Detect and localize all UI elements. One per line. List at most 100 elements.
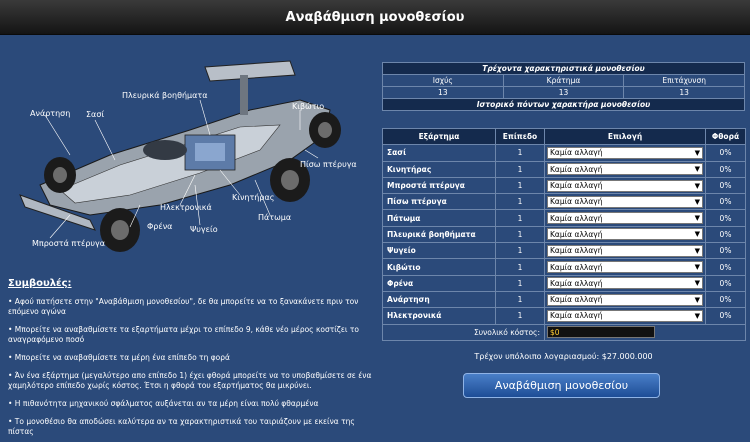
- part-level: 1: [495, 225, 545, 244]
- part-row: Ανάρτηση 1 Καμία αλλαγή ▼ 0%: [382, 290, 746, 309]
- part-row: Πλευρικά βοηθήματα 1 Καμία αλλαγή ▼ 0%: [382, 225, 746, 244]
- part-level: 1: [495, 209, 545, 227]
- part-name: Πλευρικά βοηθήματα: [382, 225, 496, 244]
- label-electronics: Ηλεκτρονικά: [160, 203, 212, 212]
- label-brakes: Φρένα: [147, 222, 173, 231]
- part-option-select[interactable]: Καμία αλλαγή ▼: [547, 146, 703, 159]
- part-wear: 0%: [705, 209, 746, 227]
- part-option-value: Καμία αλλαγή: [550, 181, 603, 191]
- label-rear-wing: Πίσω πτέρυγα: [300, 160, 357, 169]
- part-level: 1: [495, 160, 545, 178]
- label-sidepods: Πλευρικά βοηθήματα: [122, 91, 208, 100]
- chevron-down-icon: ▼: [694, 230, 700, 239]
- chevron-down-icon: ▼: [694, 214, 700, 223]
- chevron-down-icon: ▼: [694, 181, 700, 190]
- part-option-select[interactable]: Καμία αλλαγή ▼: [547, 163, 703, 176]
- parts-table: Εξάρτημα Επίπεδο Επιλογή Φθορά Σασί 1 Καμί…: [382, 127, 746, 341]
- label-gearbox: Κιβώτιο: [292, 102, 325, 111]
- chevron-down-icon: ▼: [694, 295, 700, 304]
- account-balance: Τρέχον υπόλοιπο λογαριασμού: $27.000.000: [474, 352, 653, 361]
- part-option-value: Καμία αλλαγή: [550, 311, 603, 321]
- total-cost-field: $0: [547, 326, 655, 339]
- part-name: Μπροστά πτέρυγα: [382, 176, 496, 195]
- part-name: Ανάρτηση: [382, 290, 496, 309]
- chevron-down-icon: ▼: [694, 197, 700, 206]
- label-engine: Κινητήρας: [232, 193, 275, 202]
- part-name: Κιβώτιο: [382, 258, 496, 276]
- stat-value-power: 13: [382, 86, 504, 99]
- col-option: Επιλογή: [544, 127, 706, 146]
- part-name: Πίσω πτέρυγα: [382, 193, 496, 211]
- chevron-down-icon: ▼: [694, 279, 700, 288]
- part-level: 1: [495, 258, 545, 276]
- stat-value-acceleration: 13: [623, 86, 745, 99]
- tips-title: Συμβουλές:: [8, 278, 72, 289]
- part-row: Μπροστά πτέρυγα 1 Καμία αλλαγή ▼ 0%: [382, 176, 746, 195]
- part-wear: 0%: [705, 193, 746, 211]
- stat-col-grip: Κράτημα: [502, 74, 625, 87]
- part-wear: 0%: [705, 242, 746, 260]
- chevron-down-icon: ▼: [694, 165, 700, 174]
- part-level: 1: [495, 144, 545, 162]
- total-cost-label: Συνολικό κόστος:: [382, 323, 545, 341]
- part-level: 1: [495, 274, 545, 292]
- part-wear: 0%: [705, 144, 746, 162]
- part-option-value: Καμία αλλαγή: [550, 197, 603, 207]
- part-name: Ηλεκτρονικά: [382, 307, 496, 325]
- chevron-down-icon: ▼: [694, 311, 700, 320]
- part-option-value: Καμία αλλαγή: [550, 148, 603, 158]
- chevron-down-icon: ▼: [694, 263, 700, 272]
- part-row: Πίσω πτέρυγα 1 Καμία αλλαγή ▼ 0%: [382, 193, 746, 211]
- stat-col-power: Ισχύς: [382, 74, 504, 87]
- part-wear: 0%: [705, 258, 746, 276]
- current-stats-table: Τρέχοντα χαρακτηριστικά μονοθεσίου Ισχύς…: [382, 62, 745, 111]
- part-name: Σασί: [382, 144, 496, 162]
- part-row: Ηλεκτρονικά 1 Καμία αλλαγή ▼ 0%: [382, 307, 746, 325]
- tip-item: • Άν ένα εξάρτημα (μεγαλύτερο απο επίπεδ…: [8, 371, 372, 390]
- part-row: Φρένα 1 Καμία αλλαγή ▼ 0%: [382, 274, 746, 292]
- part-option-value: Καμία αλλαγή: [550, 246, 603, 256]
- part-name: Πάτωμα: [382, 209, 496, 227]
- part-option-select[interactable]: Καμία αλλαγή ▼: [547, 228, 703, 241]
- part-option-value: Καμία αλλαγή: [550, 295, 603, 305]
- part-option-select[interactable]: Καμία αλλαγή ▼: [547, 309, 703, 322]
- col-part: Εξάρτημα: [382, 127, 496, 146]
- part-option-value: Καμία αλλαγή: [550, 164, 603, 174]
- part-level: 1: [495, 290, 545, 309]
- col-wear: Φθορά: [705, 127, 746, 146]
- part-level: 1: [495, 176, 545, 195]
- part-option-select[interactable]: Καμία αλλαγή ▼: [547, 195, 703, 208]
- label-chassis: Σασί: [86, 110, 105, 119]
- part-row: Κινητήρας 1 Καμία αλλαγή ▼ 0%: [382, 160, 746, 178]
- part-option-select[interactable]: Καμία αλλαγή ▼: [547, 261, 703, 274]
- part-option-select[interactable]: Καμία αλλαγή ▼: [547, 293, 703, 306]
- part-level: 1: [495, 193, 545, 211]
- label-cooling: Ψυγείο: [190, 225, 218, 234]
- part-name: Φρένα: [382, 274, 496, 292]
- part-row: Κιβώτιο 1 Καμία αλλαγή ▼ 0%: [382, 258, 746, 276]
- tips-section: Συμβουλές: • Αφού πατήσετε στην "Αναβάθμ…: [8, 278, 373, 442]
- stat-col-acceleration: Επιτάχυνση: [623, 74, 745, 87]
- part-option-value: Καμία αλλαγή: [550, 213, 603, 223]
- title-bar: Αναβάθμιση μονοθεσίου: [0, 0, 750, 35]
- history-link[interactable]: Ιστορικό πόντων χαρακτήρα μονοθεσίου: [382, 98, 745, 111]
- part-option-select[interactable]: Καμία αλλαγή ▼: [547, 212, 703, 225]
- part-wear: 0%: [705, 307, 746, 325]
- tip-item: • Αφού πατήσετε στην "Αναβάθμιση μονοθεσ…: [8, 297, 359, 316]
- part-level: 1: [495, 307, 545, 325]
- part-wear: 0%: [705, 160, 746, 178]
- upgrade-car-button[interactable]: Αναβάθμιση μονοθεσίου: [463, 373, 660, 398]
- part-name: Ψυγείο: [382, 242, 496, 260]
- tip-item: • Μπορείτε να αναβαθμίσετε τα εξαρτήματα…: [8, 325, 359, 344]
- part-wear: 0%: [705, 225, 746, 244]
- label-front-wing: Μπροστά πτέρυγα: [32, 239, 106, 248]
- part-option-value: Καμία αλλαγή: [550, 229, 603, 239]
- part-level: 1: [495, 242, 545, 260]
- part-wear: 0%: [705, 274, 746, 292]
- part-option-select[interactable]: Καμία αλλαγή ▼: [547, 277, 703, 290]
- label-floor: Πάτωμα: [258, 213, 292, 222]
- part-option-select[interactable]: Καμία αλλαγή ▼: [547, 179, 703, 192]
- part-option-select[interactable]: Καμία αλλαγή ▼: [547, 244, 703, 257]
- part-option-value: Καμία αλλαγή: [550, 262, 603, 272]
- car-diagram: Ανάρτηση Σασί Πλευρικά βοηθήματα Κιβώτιο…: [0, 55, 375, 265]
